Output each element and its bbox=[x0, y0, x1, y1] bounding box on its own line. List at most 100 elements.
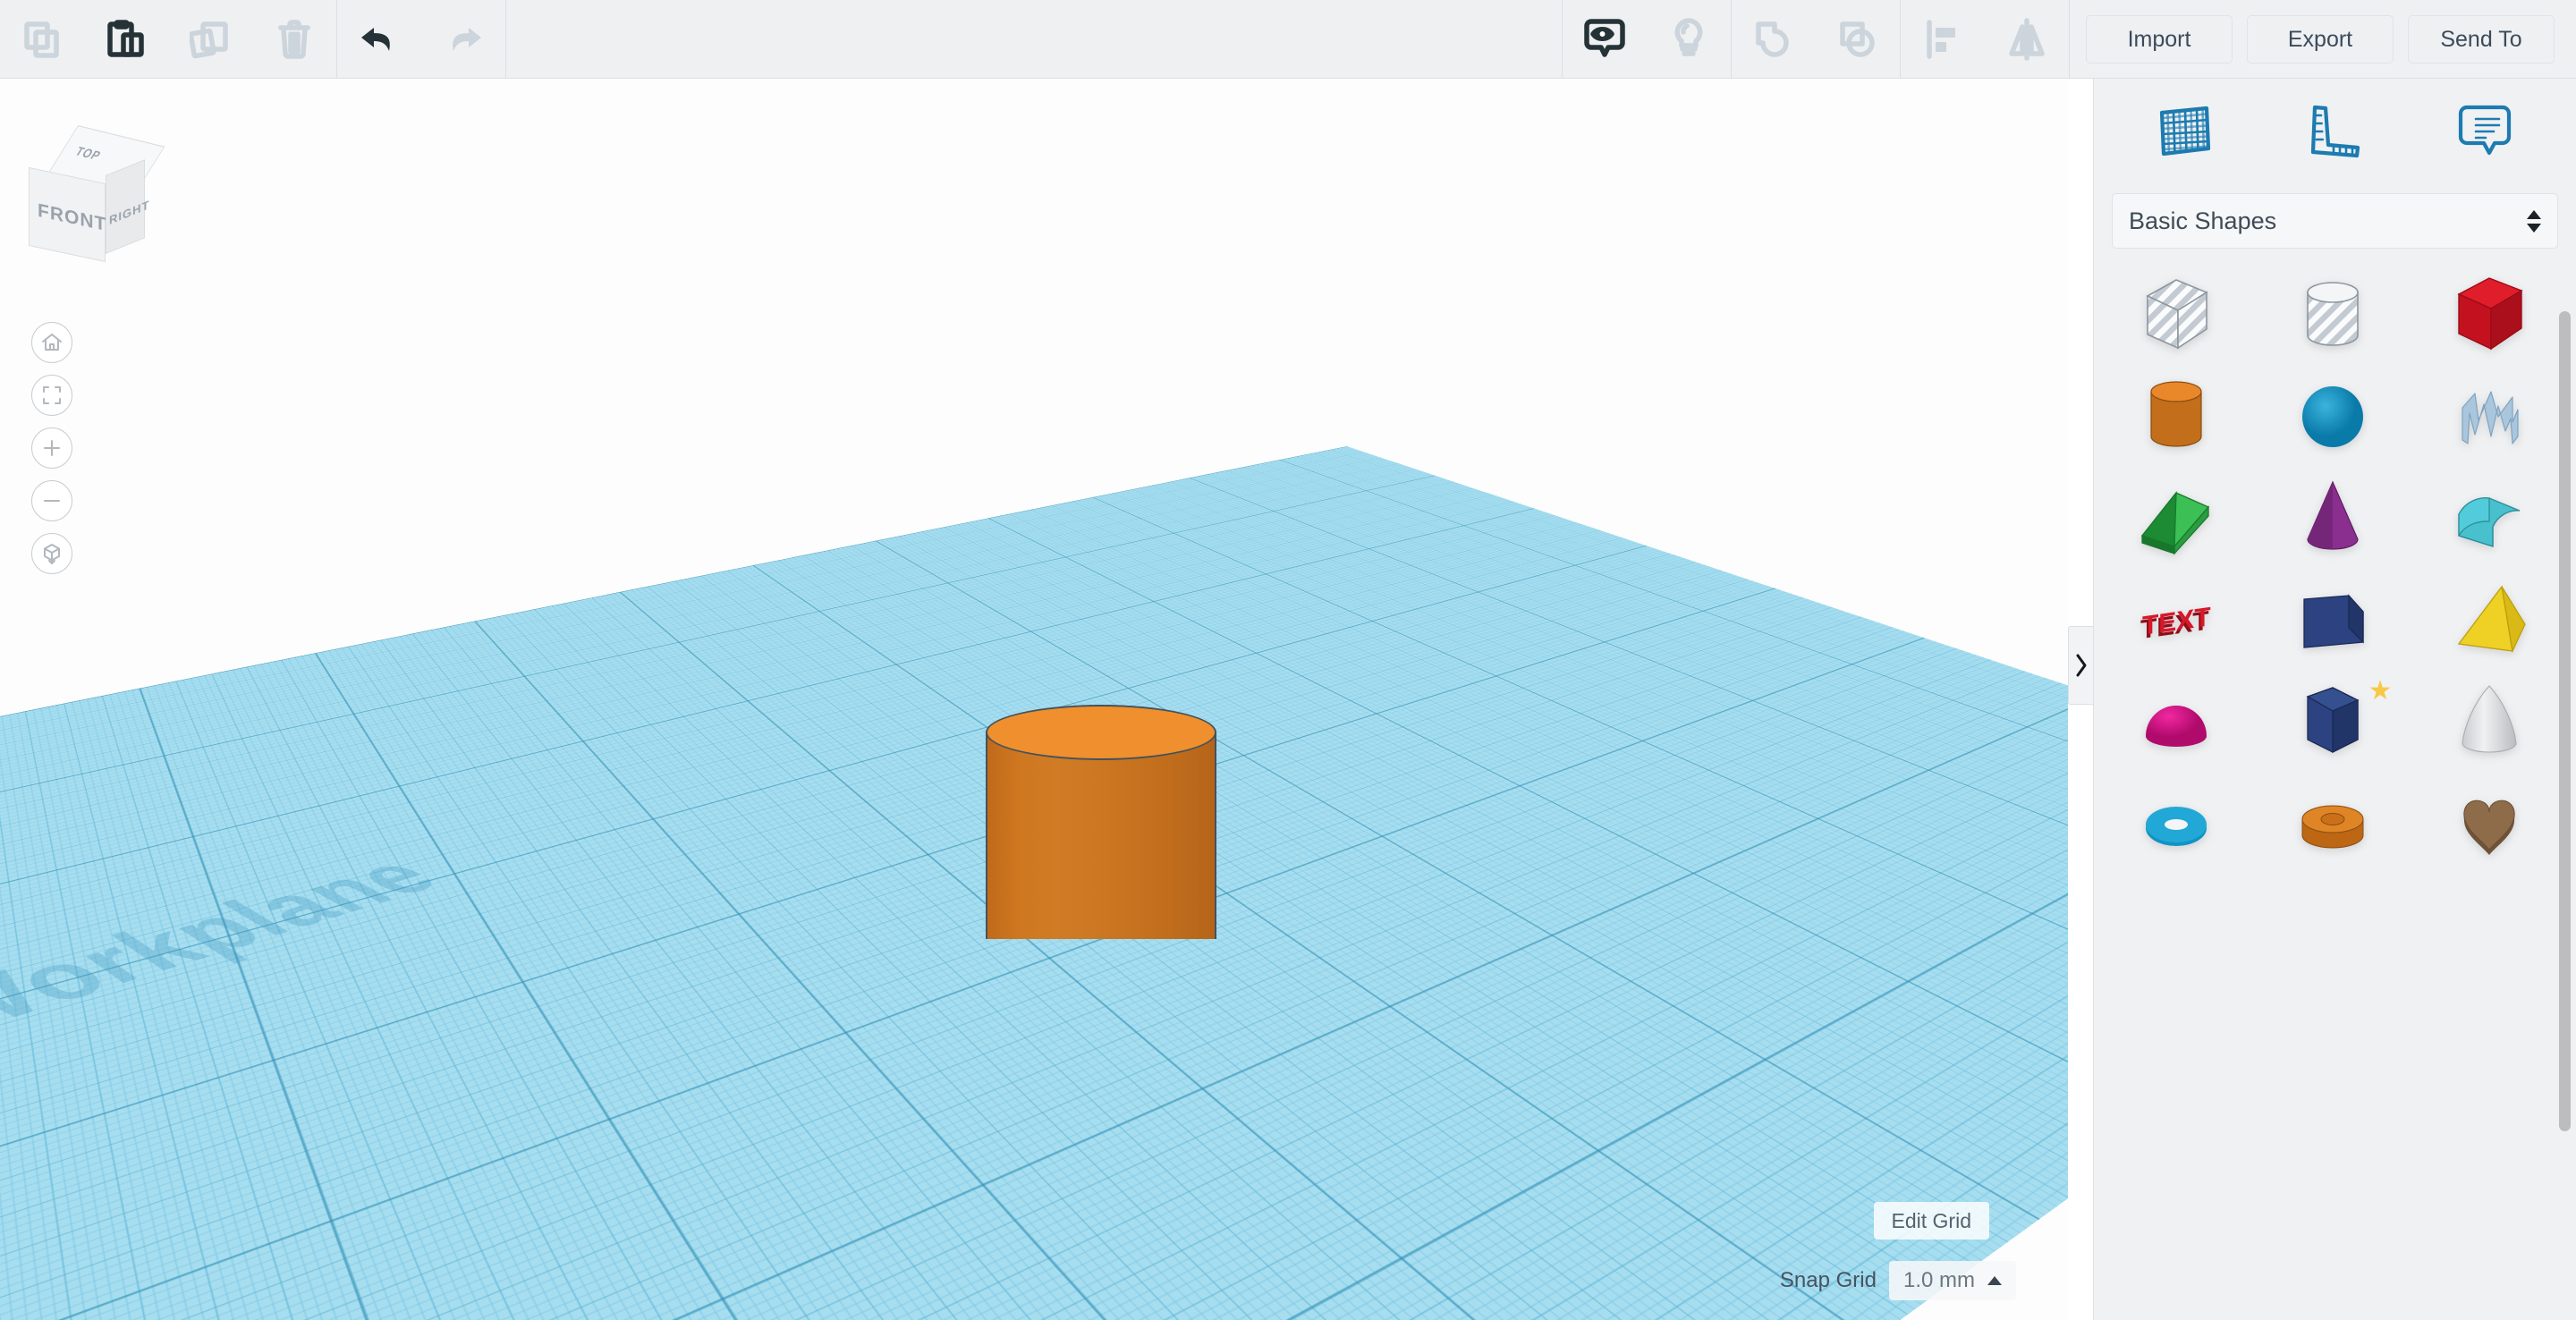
ruler-icon bbox=[2311, 105, 2360, 158]
shapes-panel: Basic Shapes TEXT TEXT ★ bbox=[2093, 79, 2576, 1320]
hex-prism-icon bbox=[2305, 686, 2360, 753]
sphere-icon bbox=[2301, 385, 2363, 447]
paste-icon bbox=[107, 20, 144, 57]
cylinder-object[interactable] bbox=[986, 705, 1216, 966]
shape-cylinder-hole[interactable] bbox=[2266, 267, 2400, 365]
panel-scrollbar[interactable] bbox=[2559, 311, 2571, 1131]
view-cube[interactable]: TOP FRONT RIGHT bbox=[20, 125, 190, 268]
shape-wedge[interactable] bbox=[2109, 469, 2243, 567]
zoom-in-button[interactable] bbox=[31, 427, 72, 469]
fit-view-button[interactable] bbox=[31, 375, 72, 416]
3d-viewport[interactable]: Workplane TOP FRONT RIGHT Edit Grid Snap… bbox=[0, 79, 2068, 1320]
snap-grid-label: Snap Grid bbox=[1779, 1268, 1877, 1292]
shape-box-hole[interactable] bbox=[2109, 267, 2243, 365]
fit-to-screen-icon bbox=[43, 386, 61, 404]
tab-ruler[interactable] bbox=[2285, 89, 2384, 174]
heart-icon bbox=[2462, 800, 2515, 855]
pyramid-icon bbox=[2457, 584, 2526, 653]
shape-box[interactable] bbox=[2422, 267, 2556, 365]
projection-toggle-button[interactable] bbox=[31, 533, 72, 574]
tab-notes[interactable] bbox=[2436, 89, 2534, 174]
paste-button[interactable] bbox=[84, 0, 168, 79]
mirror-button[interactable] bbox=[1985, 0, 2069, 79]
shape-tube[interactable] bbox=[2266, 772, 2400, 870]
roof-icon bbox=[2457, 496, 2520, 547]
stepper-arrows-icon bbox=[2527, 209, 2541, 233]
toolbar-actions-group: Import Export Send To bbox=[2070, 0, 2576, 79]
note-callout-icon bbox=[2459, 105, 2512, 156]
paraboloid-icon bbox=[2461, 684, 2517, 753]
workplane-container: Workplane bbox=[0, 79, 2068, 1320]
viewport-nav-controls bbox=[31, 322, 72, 574]
ungroup-shapes-icon bbox=[1840, 21, 1875, 57]
shape-pyramid[interactable] bbox=[2422, 570, 2556, 668]
history-tools-group bbox=[337, 0, 505, 79]
shape-text[interactable]: TEXT TEXT bbox=[2109, 570, 2243, 668]
tab-shapes[interactable] bbox=[2136, 89, 2234, 174]
shape-half-sphere[interactable] bbox=[2109, 671, 2243, 769]
undo-button[interactable] bbox=[337, 0, 421, 79]
mirror-icon bbox=[2009, 18, 2045, 61]
trash-icon bbox=[278, 20, 310, 59]
wedge-icon bbox=[2140, 490, 2209, 555]
shape-hexagon-prism[interactable]: ★ bbox=[2266, 671, 2400, 769]
shape-roof[interactable] bbox=[2422, 469, 2556, 567]
zoom-out-button[interactable] bbox=[31, 480, 72, 521]
cylinder-top-face bbox=[986, 705, 1216, 760]
ungroup-button[interactable] bbox=[1816, 0, 1900, 79]
shape-category-select[interactable]: Basic Shapes bbox=[2112, 193, 2558, 249]
shape-cylinder[interactable] bbox=[2109, 368, 2243, 466]
lightbulb-icon bbox=[1674, 18, 1703, 56]
panel-tab-bar bbox=[2094, 79, 2576, 184]
send-to-button[interactable]: Send To bbox=[2408, 15, 2555, 63]
shape-torus[interactable] bbox=[2109, 772, 2243, 870]
app-root: Import Export Send To Workplane TOP FRON… bbox=[0, 0, 2576, 1320]
duplicate-button[interactable] bbox=[168, 0, 252, 79]
align-icon bbox=[1927, 20, 1955, 59]
minus-icon bbox=[44, 500, 60, 502]
view-tools-group bbox=[1563, 0, 1731, 79]
home-view-button[interactable] bbox=[31, 322, 72, 363]
shape-polygon[interactable] bbox=[2266, 570, 2400, 668]
edit-grid-button[interactable]: Edit Grid bbox=[1873, 1202, 1989, 1240]
cylinder-icon bbox=[2149, 380, 2202, 447]
copy-icon bbox=[24, 21, 59, 58]
cube-projection-icon bbox=[44, 544, 60, 564]
caret-up-icon bbox=[1987, 1276, 2002, 1285]
snap-grid-value: 1.0 mm bbox=[1902, 1268, 1975, 1292]
home-icon bbox=[42, 334, 62, 351]
half-sphere-icon bbox=[2145, 705, 2207, 747]
duplicate-icon bbox=[190, 21, 228, 59]
cylinder-side-face bbox=[986, 732, 1216, 939]
cylinder-hole-icon bbox=[2306, 281, 2359, 346]
shape-sphere[interactable] bbox=[2266, 368, 2400, 466]
snap-grid-select[interactable]: 1.0 mm bbox=[1888, 1261, 2016, 1300]
delete-button[interactable] bbox=[252, 0, 336, 79]
group-shapes-icon bbox=[1756, 21, 1789, 57]
eye-callout-icon bbox=[1584, 19, 1625, 57]
export-button[interactable]: Export bbox=[2247, 15, 2394, 63]
undo-arrow-icon bbox=[361, 28, 390, 51]
plus-icon bbox=[44, 440, 60, 456]
panel-collapse-button[interactable] bbox=[2068, 626, 2093, 705]
align-button[interactable] bbox=[1901, 0, 1985, 79]
grid-plane-icon bbox=[2159, 106, 2210, 157]
box-icon bbox=[2456, 276, 2523, 350]
import-button[interactable]: Import bbox=[2086, 15, 2233, 63]
stepper-down-icon bbox=[2527, 223, 2541, 233]
shape-paraboloid[interactable] bbox=[2422, 671, 2556, 769]
redo-button[interactable] bbox=[421, 0, 505, 79]
shape-cone[interactable] bbox=[2266, 469, 2400, 567]
show-hide-button[interactable] bbox=[1563, 0, 1647, 79]
copy-button[interactable] bbox=[0, 0, 84, 79]
light-button[interactable] bbox=[1647, 0, 1731, 79]
shape-scribble[interactable] bbox=[2422, 368, 2556, 466]
polygon-icon bbox=[2302, 593, 2364, 648]
chevron-right-icon bbox=[2076, 654, 2086, 677]
scribble-icon bbox=[2461, 390, 2519, 444]
shape-heart[interactable] bbox=[2422, 772, 2556, 870]
snap-grid-control: Snap Grid 1.0 mm bbox=[1780, 1261, 2016, 1300]
shape-category-value: Basic Shapes bbox=[2129, 207, 2277, 234]
redo-arrow-icon bbox=[453, 28, 481, 51]
group-button[interactable] bbox=[1732, 0, 1816, 79]
